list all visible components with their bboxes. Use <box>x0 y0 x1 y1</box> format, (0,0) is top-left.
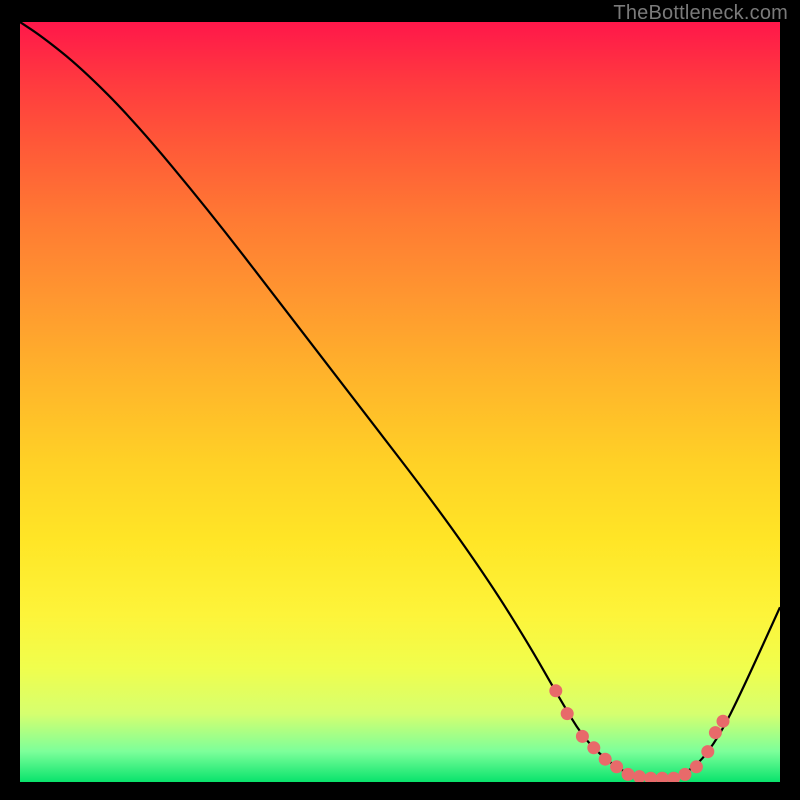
data-marker <box>599 753 612 766</box>
data-marker <box>667 772 680 782</box>
chart-plot-area <box>20 22 780 782</box>
data-marker <box>709 726 722 739</box>
data-marker <box>622 768 635 781</box>
data-marker <box>679 768 692 781</box>
attribution-text: TheBottleneck.com <box>613 2 788 25</box>
data-marker <box>561 707 574 720</box>
data-marker <box>701 745 714 758</box>
data-marker <box>644 772 657 782</box>
marker-group <box>549 684 729 782</box>
data-marker <box>576 730 589 743</box>
data-marker <box>633 770 646 782</box>
chart-svg <box>20 22 780 782</box>
data-marker <box>610 760 623 773</box>
data-marker <box>587 741 600 754</box>
data-marker <box>549 684 562 697</box>
data-marker <box>690 760 703 773</box>
bottleneck-curve <box>20 22 780 778</box>
data-marker <box>656 772 669 782</box>
data-marker <box>717 715 730 728</box>
